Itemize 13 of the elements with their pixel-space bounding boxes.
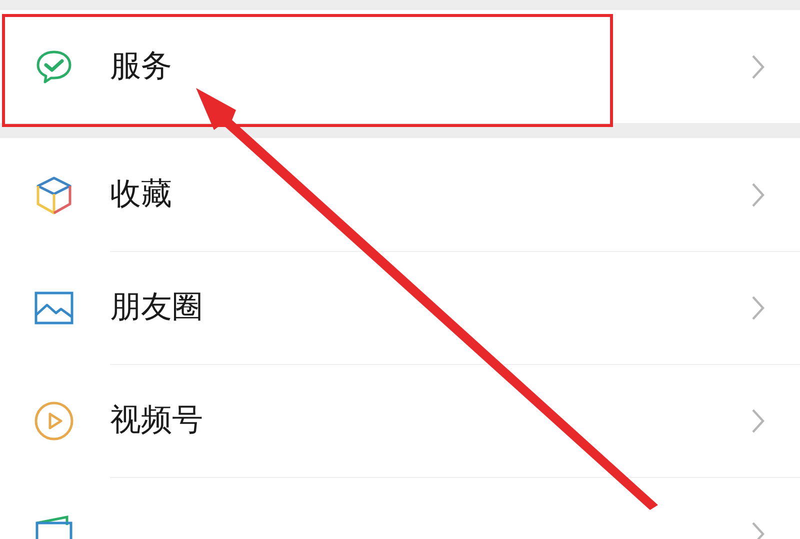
chevron-icon <box>750 294 766 322</box>
chevron-icon <box>750 406 766 434</box>
menu-label: 收藏 <box>110 176 173 214</box>
play-circle-icon <box>33 400 75 442</box>
chevron-icon <box>750 52 766 80</box>
menu-label: 服务 <box>110 48 173 86</box>
chevron-icon <box>750 180 766 208</box>
menu-item[interactable]: 收藏 <box>0 138 800 251</box>
menu-label: 视频号 <box>110 402 204 440</box>
menu-label: 朋友圈 <box>110 288 204 326</box>
menu-item[interactable]: 服务 <box>0 10 800 123</box>
menu-item[interactable]: 朋友圈 <box>0 251 800 364</box>
menu-item[interactable]: 视频号 <box>0 364 800 477</box>
